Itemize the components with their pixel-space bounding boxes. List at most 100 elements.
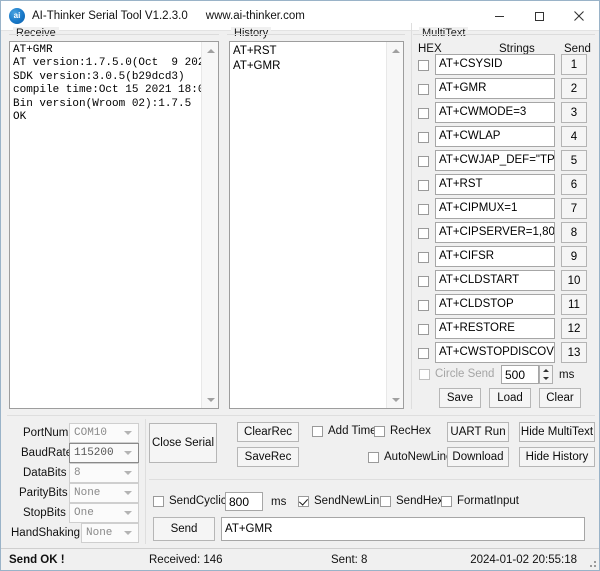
window-title: AI-Thinker Serial Tool V1.2.3.0: [32, 10, 188, 22]
multitext-send-button[interactable]: 9: [561, 246, 587, 267]
multitext-send-button[interactable]: 13: [561, 342, 587, 363]
multitext-send-button[interactable]: 10: [561, 270, 587, 291]
hide-multitext-button[interactable]: Hide MultiText: [519, 422, 595, 442]
hide-history-button[interactable]: Hide History: [519, 447, 595, 467]
app-window: AI-Thinker Serial Tool V1.2.3.0 www.ai-t…: [0, 0, 600, 571]
multitext-hex-checkbox[interactable]: [418, 348, 429, 359]
multitext-row: AT+CWLAP 4: [406, 126, 596, 150]
circle-send-interval-input[interactable]: 500: [501, 365, 539, 384]
databits-select[interactable]: 8: [69, 463, 139, 483]
multitext-hex-checkbox[interactable]: [418, 324, 429, 335]
paritybits-select[interactable]: None: [69, 483, 139, 503]
multitext-row: AT+GMR 2: [406, 78, 596, 102]
title-bar: AI-Thinker Serial Tool V1.2.3.0 www.ai-t…: [1, 1, 599, 31]
maximize-icon[interactable]: [519, 1, 559, 31]
multitext-send-button[interactable]: 1: [561, 54, 587, 75]
circle-send-spinner[interactable]: [539, 365, 553, 384]
multitext-send-button[interactable]: 3: [561, 102, 587, 123]
multitext-hex-checkbox[interactable]: [418, 60, 429, 71]
clear-button[interactable]: Clear: [539, 388, 581, 408]
clearrec-button[interactable]: ClearRec: [237, 422, 299, 442]
receive-text: AT+GMR AT version:1.7.5.0(Oct 9 2021 09:…: [13, 44, 200, 124]
multitext-row: AT+CWMODE=3 3: [406, 102, 596, 126]
multitext-command-input[interactable]: AT+RST: [435, 174, 555, 195]
formatinput-checkbox[interactable]: FormatInput: [441, 495, 519, 507]
handshaking-value: None: [86, 527, 112, 539]
multitext-command-input[interactable]: AT+CWMODE=3: [435, 102, 555, 123]
multitext-hex-checkbox[interactable]: [418, 156, 429, 167]
multitext-hex-checkbox[interactable]: [418, 204, 429, 215]
multitext-command-input[interactable]: AT+RESTORE: [435, 318, 555, 339]
paritybits-value: None: [74, 487, 100, 499]
autonewline-label: AutoNewLine: [384, 451, 452, 463]
multitext-command-input[interactable]: AT+CLDSTART: [435, 270, 555, 291]
multitext-command-input[interactable]: AT+CWSTOPDISCOVER: [435, 342, 555, 363]
saverec-button[interactable]: SaveRec: [237, 447, 299, 467]
multitext-hex-checkbox[interactable]: [418, 252, 429, 263]
multitext-hex-checkbox[interactable]: [418, 84, 429, 95]
autonewline-checkbox[interactable]: AutoNewLine: [368, 451, 452, 463]
load-button[interactable]: Load: [489, 388, 531, 408]
multitext-hex-checkbox[interactable]: [418, 300, 429, 311]
multitext-send-button[interactable]: 11: [561, 294, 587, 315]
multitext-send-button[interactable]: 4: [561, 126, 587, 147]
send-input[interactable]: AT+GMR: [221, 517, 585, 541]
multitext-hex-checkbox[interactable]: [418, 276, 429, 287]
multitext-group-line: [413, 34, 595, 35]
multitext-hex-checkbox[interactable]: [418, 108, 429, 119]
save-button[interactable]: Save: [439, 388, 481, 408]
send-button[interactable]: Send: [153, 517, 215, 541]
receive-scrollbar[interactable]: [201, 42, 218, 408]
close-serial-button[interactable]: Close Serial: [149, 423, 217, 463]
multitext-send-button[interactable]: 8: [561, 222, 587, 243]
window-controls: [479, 1, 599, 31]
download-button[interactable]: Download: [447, 447, 509, 467]
sendnewline-checkbox[interactable]: SendNewLin: [298, 495, 379, 507]
history-scrollbar[interactable]: [386, 42, 403, 408]
chevron-down-icon: [124, 531, 132, 535]
multitext-hex-checkbox[interactable]: [418, 180, 429, 191]
scroll-down-icon[interactable]: [387, 391, 404, 408]
multitext-command-input[interactable]: AT+CIPSERVER=1,80: [435, 222, 555, 243]
sendhex-checkbox[interactable]: SendHex: [380, 495, 443, 507]
multitext-send-button[interactable]: 12: [561, 318, 587, 339]
sendhex-box: [380, 496, 391, 507]
spinner-down-icon[interactable]: [543, 377, 549, 380]
chevron-down-icon: [124, 451, 132, 455]
multitext-command-input[interactable]: AT+CWLAP: [435, 126, 555, 147]
stopbits-select[interactable]: One: [69, 503, 139, 523]
multitext-row: AT+CLDSTART 10: [406, 270, 596, 294]
multitext-command-input[interactable]: AT+CIPMUX=1: [435, 198, 555, 219]
scroll-down-icon[interactable]: [202, 391, 219, 408]
addtime-checkbox[interactable]: Add Time: [312, 425, 377, 437]
multitext-send-button[interactable]: 7: [561, 198, 587, 219]
multitext-command-input[interactable]: AT+CIFSR: [435, 246, 555, 267]
minimize-icon[interactable]: [479, 1, 519, 31]
multitext-send-button[interactable]: 2: [561, 78, 587, 99]
multitext-hex-checkbox[interactable]: [418, 228, 429, 239]
multitext-command-input[interactable]: AT+GMR: [435, 78, 555, 99]
portnum-select[interactable]: COM10: [69, 423, 139, 443]
sendcyclic-interval-input[interactable]: 800: [225, 492, 263, 511]
sendcyclic-checkbox[interactable]: SendCyclic: [153, 495, 227, 507]
rechex-checkbox[interactable]: RecHex: [374, 425, 431, 437]
multitext-hex-checkbox[interactable]: [418, 132, 429, 143]
scroll-up-icon[interactable]: [202, 42, 219, 59]
history-textarea[interactable]: AT+RST AT+GMR: [229, 41, 404, 409]
multitext-command-input[interactable]: AT+CLDSTOP: [435, 294, 555, 315]
scroll-up-icon[interactable]: [387, 42, 404, 59]
multitext-send-button[interactable]: 6: [561, 174, 587, 195]
handshaking-select[interactable]: None: [81, 523, 139, 543]
uart-run-button[interactable]: UART Run: [447, 422, 509, 442]
multitext-send-button[interactable]: 5: [561, 150, 587, 171]
multitext-command-input[interactable]: AT+CSYSID: [435, 54, 555, 75]
close-icon[interactable]: [559, 1, 599, 31]
spinner-up-icon[interactable]: [543, 369, 549, 372]
resize-grip-icon[interactable]: [586, 557, 596, 567]
baudrate-select[interactable]: 115200: [69, 443, 139, 463]
circle-send-checkbox[interactable]: Circle Send: [419, 368, 494, 380]
stopbits-value: One: [74, 507, 94, 519]
multitext-command-input[interactable]: AT+CWJAP_DEF="TP-Link: [435, 150, 555, 171]
rechex-label: RecHex: [390, 425, 431, 437]
receive-textarea[interactable]: AT+GMR AT version:1.7.5.0(Oct 9 2021 09:…: [9, 41, 219, 409]
